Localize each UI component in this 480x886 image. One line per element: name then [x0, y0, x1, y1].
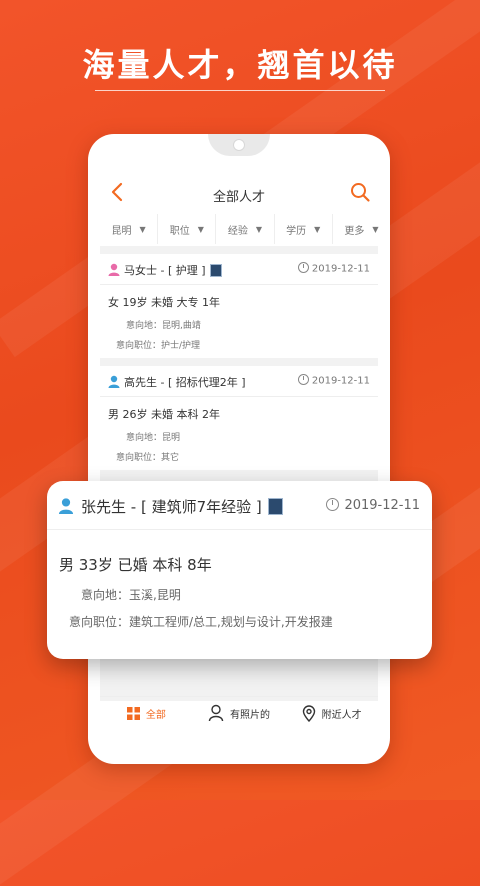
candidate-name-line: 马女士 - [ 护理 ]	[124, 262, 222, 278]
featured-summary: 男 33岁 已婚 本科 8年	[59, 556, 212, 574]
grid-icon	[126, 706, 140, 720]
filter-label: 职位	[169, 225, 190, 237]
featured-name-line: 张先生 - [ 建筑师7年经验 ]	[81, 496, 283, 517]
featured-location-field: 意向地：玉溪,昆明	[81, 586, 181, 603]
male-avatar-icon	[108, 375, 120, 388]
filter-city[interactable]: 昆明 ▼	[100, 214, 159, 244]
filter-label: 学历	[286, 225, 307, 237]
featured-position-field: 意向职位：建筑工程师/总工,规划与设计,开发报建	[69, 613, 333, 630]
nav-all[interactable]: 全部	[100, 697, 193, 729]
position-field: 意向职位：其它	[116, 450, 179, 463]
caret-down-icon: ▼	[139, 224, 146, 234]
position-value: 其它	[161, 453, 180, 463]
clock-icon	[326, 498, 340, 511]
filter-education[interactable]: 学历 ▼	[275, 214, 333, 244]
featured-name: 张先生 - [ 建筑师7年经验 ]	[81, 498, 262, 516]
nav-label: 全部	[145, 709, 166, 721]
filter-position[interactable]: 职位 ▼	[158, 214, 217, 244]
app-header: 全部人才	[88, 178, 390, 210]
photo-badge-icon	[267, 498, 283, 515]
candidate-name-line: 高先生 - [ 招标代理2年 ]	[124, 374, 246, 390]
search-icon	[351, 183, 370, 202]
location-value: 玉溪,昆明	[129, 588, 181, 602]
location-field: 意向地：昆明,曲靖	[126, 318, 201, 331]
filter-label: 更多	[344, 225, 365, 237]
clock-icon	[297, 262, 309, 273]
caret-down-icon: ▼	[197, 224, 204, 234]
photo-badge-icon	[209, 263, 222, 277]
caret-down-icon: ▼	[255, 224, 263, 234]
position-label: 意向职位：	[116, 453, 162, 463]
search-button[interactable]	[348, 180, 372, 204]
post-date: 2019-12-11	[297, 262, 370, 275]
location-value: 昆明,曲靖	[162, 321, 201, 331]
location-label: 意向地：	[81, 588, 130, 602]
location-label: 意向地：	[126, 433, 163, 443]
phone-notch	[208, 134, 270, 156]
nav-nearby[interactable]: 附近人才	[285, 697, 378, 729]
date-text: 2019-12-11	[311, 263, 370, 275]
candidate-name: 马女士 - [ 护理 ]	[124, 264, 206, 277]
position-label: 意向职位：	[116, 341, 162, 351]
featured-card-header: 张先生 - [ 建筑师7年经验 ] 2019-12-11	[47, 481, 432, 530]
location-field: 意向地：昆明	[126, 430, 180, 443]
filter-experience[interactable]: 经验 ▼	[216, 214, 275, 244]
location-pin-icon	[302, 704, 315, 722]
caret-down-icon: ▼	[314, 224, 321, 234]
clock-icon	[297, 374, 309, 385]
filter-label: 昆明	[111, 225, 132, 237]
filter-more[interactable]: 更多 ▼	[333, 214, 390, 244]
candidate-summary: 女 19岁 未婚 大专 1年	[108, 296, 220, 309]
position-value: 建筑工程师/总工,规划与设计,开发报建	[129, 615, 333, 629]
male-avatar-icon	[58, 498, 74, 514]
nav-label: 附近人才	[321, 709, 362, 721]
location-value: 昆明	[162, 433, 181, 443]
position-value: 护士/护理	[161, 341, 201, 351]
card-header: 马女士 - [ 护理 ] 2019-12-11	[100, 254, 378, 285]
candidate-card[interactable]: 高先生 - [ 招标代理2年 ] 2019-12-11 男 26岁 未婚 本科 …	[100, 366, 378, 470]
filter-label: 经验	[227, 225, 248, 237]
phone-mockup: 全部人才 昆明 ▼ 职位 ▼ 经验 ▼ 学历 ▼ 更多 ▼ 马女士 - [护理…	[88, 134, 390, 764]
candidate-name: 高先生 - [ 招标代理2年 ]	[124, 376, 246, 389]
nav-with-photo[interactable]: 有照片的	[193, 697, 286, 729]
filter-bar: 昆明 ▼ 职位 ▼ 经验 ▼ 学历 ▼ 更多 ▼	[100, 214, 390, 244]
candidate-summary: 男 26岁 未婚 本科 2年	[108, 408, 220, 421]
position-label: 意向职位：	[69, 615, 130, 629]
card-header: 高先生 - [ 招标代理2年 ] 2019-12-11	[100, 366, 378, 397]
position-field: 意向职位：护士/护理	[116, 338, 200, 351]
location-label: 意向地：	[126, 321, 163, 331]
post-date: 2019-12-11	[297, 374, 370, 387]
person-icon	[208, 704, 224, 722]
camera-icon	[233, 139, 245, 151]
page-title: 全部人才	[212, 190, 265, 205]
promo-headline: 海量人才，翘首以待	[82, 46, 398, 84]
caret-down-icon: ▼	[372, 224, 379, 234]
bottom-nav: 全部 有照片的 附近人才	[100, 696, 378, 729]
featured-candidate-card[interactable]: 张先生 - [ 建筑师7年经验 ] 2019-12-11 男 33岁 已婚 本科…	[47, 481, 432, 659]
nav-label: 有照片的	[230, 709, 270, 721]
candidate-card[interactable]: 马女士 - [ 护理 ] 2019-12-11 女 19岁 未婚 大专 1年 意…	[100, 254, 378, 358]
date-text: 2019-12-11	[344, 498, 420, 513]
featured-post-date: 2019-12-11	[326, 498, 420, 513]
headline-divider	[95, 90, 385, 91]
date-text: 2019-12-11	[311, 375, 370, 387]
female-avatar-icon	[108, 263, 120, 276]
